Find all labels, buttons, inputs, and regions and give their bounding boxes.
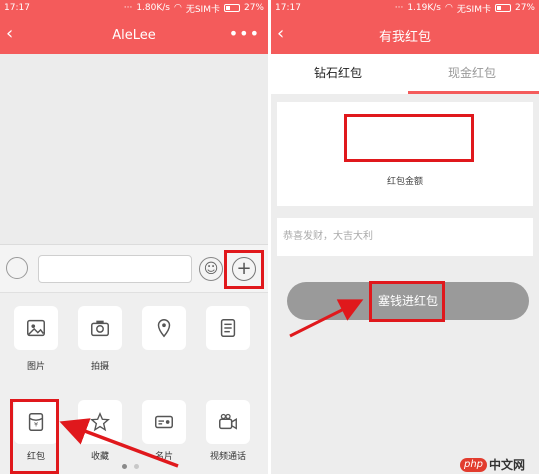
card-icon[interactable] [142, 400, 186, 444]
plus-highlight-box [224, 250, 264, 289]
watermark-text: 中文网 [489, 458, 526, 472]
panel-label-video-call: 视频通话 [209, 452, 246, 462]
voice-icon[interactable] [6, 257, 28, 279]
wifi-icon: ◠ [173, 3, 182, 13]
emoji-icon[interactable]: ☺ [199, 257, 223, 281]
wifi-icon: ◠ [444, 3, 453, 13]
network-speed: 1.19K/s [407, 3, 441, 13]
status-time: 17:17 [4, 3, 30, 13]
panel-label-favorites: 收藏 [90, 452, 109, 462]
tab-cash-envelope[interactable]: 现金红包 [405, 54, 539, 94]
star-icon[interactable] [78, 400, 122, 444]
watermark-logo: php [460, 457, 488, 472]
page-indicator [134, 464, 139, 469]
image-icon[interactable] [14, 306, 58, 350]
amount-label: 红包金额 [386, 177, 423, 187]
message-input[interactable] [38, 255, 192, 283]
red-envelope-highlight-box [10, 399, 59, 474]
camera-icon[interactable] [78, 306, 122, 350]
dots-icon: ··· [123, 3, 133, 13]
battery-icon [223, 4, 240, 12]
greeting-input[interactable]: 恭喜发财，大吉大利 [277, 218, 533, 256]
sim-status: 无SIM卡 [456, 4, 491, 15]
submit-highlight-box [369, 281, 445, 322]
status-time: 17:17 [275, 3, 301, 13]
watermark: php 中文网 [460, 455, 538, 474]
tab-active-indicator [408, 91, 539, 94]
page-indicator-active [122, 464, 127, 469]
panel-label-image: 图片 [26, 362, 45, 372]
chat-message-area[interactable] [0, 54, 268, 244]
amount-highlight-box [344, 114, 474, 162]
chat-screen: 17:17 ··· 1.80K/s ◠ 无SIM卡 27% ‹ AleLee •… [0, 0, 268, 474]
battery-icon [494, 4, 511, 12]
battery-percent: 27% [243, 3, 264, 13]
sim-status: 无SIM卡 [185, 4, 220, 15]
document-icon[interactable] [206, 306, 250, 350]
battery-percent: 27% [514, 3, 535, 13]
more-dots-icon[interactable]: ••• [229, 24, 260, 44]
chevron-left-icon[interactable]: ‹ [6, 24, 13, 44]
network-speed: 1.80K/s [136, 3, 170, 13]
tab-diamond-envelope[interactable]: 钻石红包 [271, 54, 405, 94]
video-call-icon[interactable] [206, 400, 250, 444]
panel-label-card: 名片 [154, 452, 173, 462]
panel-label-camera: 拍摄 [90, 362, 109, 372]
page-title: 有我红包 [378, 29, 431, 45]
tab-bar: 钻石红包 现金红包 [271, 54, 539, 94]
title-bar: ‹ AleLee ••• [0, 16, 268, 54]
status-bar: 17:17 ··· 1.80K/s ◠ 无SIM卡 27% [0, 0, 268, 16]
page-title: AleLee [112, 27, 156, 43]
title-bar: ‹ 有我红包 [271, 16, 539, 54]
chevron-left-icon[interactable]: ‹ [277, 24, 284, 44]
location-icon[interactable] [142, 306, 186, 350]
dots-icon: ··· [394, 3, 404, 13]
status-bar: 17:17 ··· 1.19K/s ◠ 无SIM卡 27% [271, 0, 539, 16]
red-envelope-screen: 17:17 ··· 1.19K/s ◠ 无SIM卡 27% ‹ 有我红包 钻石红… [271, 0, 539, 474]
